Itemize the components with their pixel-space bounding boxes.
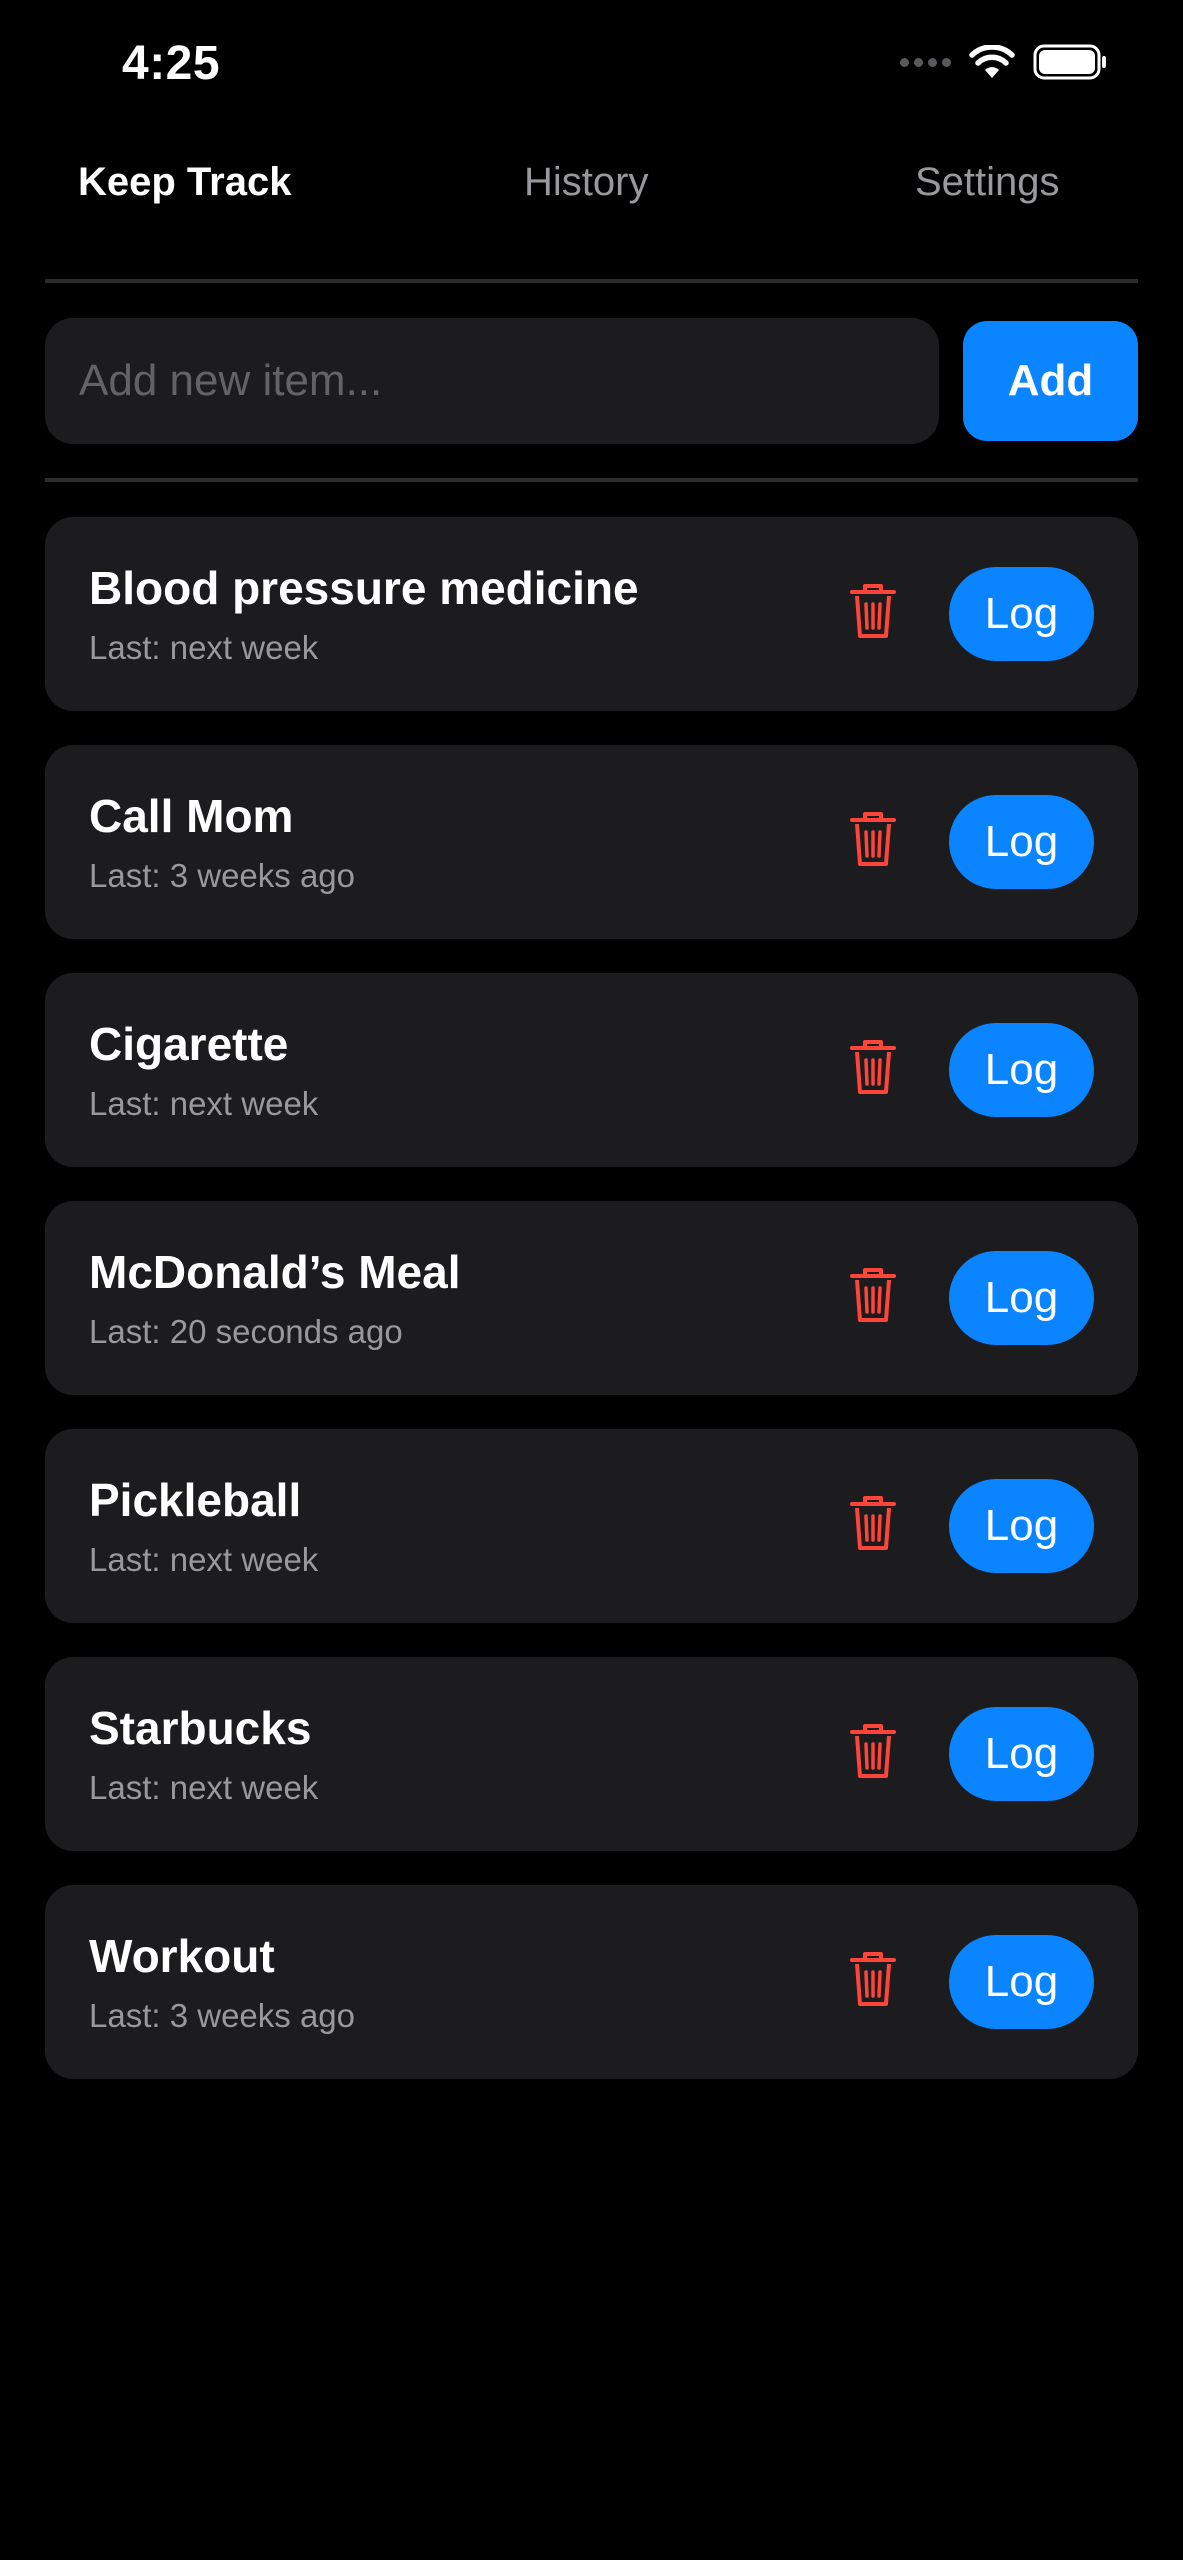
wifi-icon <box>969 45 1015 78</box>
tab-history[interactable]: History <box>524 160 648 205</box>
trash-icon[interactable] <box>850 1266 896 1324</box>
log-button[interactable]: Log <box>949 567 1094 661</box>
item-title: Cigarette <box>89 1018 289 1070</box>
log-button[interactable]: Log <box>949 1707 1094 1801</box>
log-button[interactable]: Log <box>949 1251 1094 1345</box>
add-item-row: Add <box>45 318 1138 444</box>
item-title: Call Mom <box>89 790 294 842</box>
new-item-input[interactable] <box>45 318 939 444</box>
nav-tabs: Keep Track History Settings <box>45 148 1138 228</box>
item-last-logged: Last: 20 seconds ago <box>89 1313 403 1350</box>
trash-icon[interactable] <box>850 1038 896 1096</box>
list-divider <box>45 478 1138 482</box>
tab-keep-track[interactable]: Keep Track <box>78 160 291 205</box>
trash-icon[interactable] <box>850 1950 896 2008</box>
signal-icon <box>900 57 951 67</box>
item-last-logged: Last: 3 weeks ago <box>89 1997 355 2034</box>
list-item: Starbucks Last: next week Log <box>45 1657 1138 1851</box>
item-last-logged: Last: next week <box>89 1769 319 1806</box>
trash-icon[interactable] <box>850 810 896 868</box>
status-bar: 4:25 <box>0 0 1183 140</box>
list-item: Workout Last: 3 weeks ago Log <box>45 1885 1138 2079</box>
item-title: Starbucks <box>89 1702 312 1754</box>
battery-icon <box>1033 44 1106 80</box>
list-item: Call Mom Last: 3 weeks ago Log <box>45 745 1138 939</box>
item-last-logged: Last: next week <box>89 629 319 666</box>
item-last-logged: Last: next week <box>89 1085 319 1122</box>
list-item: Pickleball Last: next week Log <box>45 1429 1138 1623</box>
tab-settings[interactable]: Settings <box>915 160 1060 205</box>
log-button[interactable]: Log <box>949 1023 1094 1117</box>
item-title: Blood pressure medicine <box>89 562 639 614</box>
item-title: McDonald’s Meal <box>89 1246 461 1298</box>
item-title: Workout <box>89 1930 275 1982</box>
item-last-logged: Last: 3 weeks ago <box>89 857 355 894</box>
trash-icon[interactable] <box>850 1494 896 1552</box>
status-time: 4:25 <box>122 37 221 90</box>
log-button[interactable]: Log <box>949 1479 1094 1573</box>
trash-icon[interactable] <box>850 582 896 640</box>
nav-divider <box>45 279 1138 283</box>
log-button[interactable]: Log <box>949 795 1094 889</box>
item-last-logged: Last: next week <box>89 1541 319 1578</box>
trash-icon[interactable] <box>850 1722 896 1780</box>
list-item: Blood pressure medicine Last: next week … <box>45 517 1138 711</box>
item-list: Blood pressure medicine Last: next week … <box>45 517 1138 2113</box>
list-item: McDonald’s Meal Last: 20 seconds ago Log <box>45 1201 1138 1395</box>
log-button[interactable]: Log <box>949 1935 1094 2029</box>
list-item: Cigarette Last: next week Log <box>45 973 1138 1167</box>
add-button[interactable]: Add <box>963 321 1138 441</box>
item-title: Pickleball <box>89 1474 302 1526</box>
status-icons <box>900 44 1107 80</box>
